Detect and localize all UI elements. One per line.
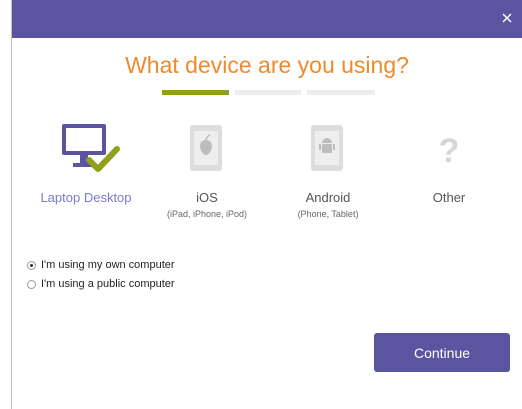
svg-text:?: ?: [439, 132, 460, 170]
device-option-laptop-desktop[interactable]: Laptop Desktop: [31, 118, 141, 205]
device-label: iOS: [196, 190, 218, 205]
continue-button[interactable]: Continue: [374, 333, 510, 372]
device-label: Android: [305, 190, 351, 205]
device-option-ios[interactable]: iOS (iPad, iPhone, iPod): [152, 118, 262, 219]
option-public-computer[interactable]: I'm using a public computer: [27, 278, 175, 290]
dialog-header: [12, 0, 522, 38]
page-title: What device are you using?: [125, 52, 409, 78]
ios-tablet-icon: [190, 125, 222, 171]
device-option-android[interactable]: Android (Phone, Tablet): [273, 118, 383, 219]
device-sublabel: (Phone, Tablet): [297, 209, 359, 219]
device-label: Other: [432, 190, 466, 205]
device-sublabel: (iPad, iPhone, iPod): [166, 209, 248, 219]
laptop-desktop-check-icon: [62, 124, 120, 172]
radio-button[interactable]: [27, 279, 36, 289]
progress-step-1: [162, 90, 229, 95]
close-icon[interactable]: [500, 11, 514, 25]
progress-step-3: [307, 90, 375, 95]
option-label: I'm using my own computer: [41, 259, 175, 271]
question-mark-icon: ?: [439, 132, 460, 170]
android-tablet-icon: [311, 125, 343, 171]
device-label: Laptop Desktop: [40, 190, 132, 205]
progress-step-2: [235, 90, 301, 95]
option-own-computer[interactable]: I'm using my own computer: [27, 259, 175, 271]
option-label: I'm using a public computer: [41, 278, 175, 290]
radio-button[interactable]: [27, 260, 36, 270]
device-option-other[interactable]: ? Other: [394, 118, 504, 205]
